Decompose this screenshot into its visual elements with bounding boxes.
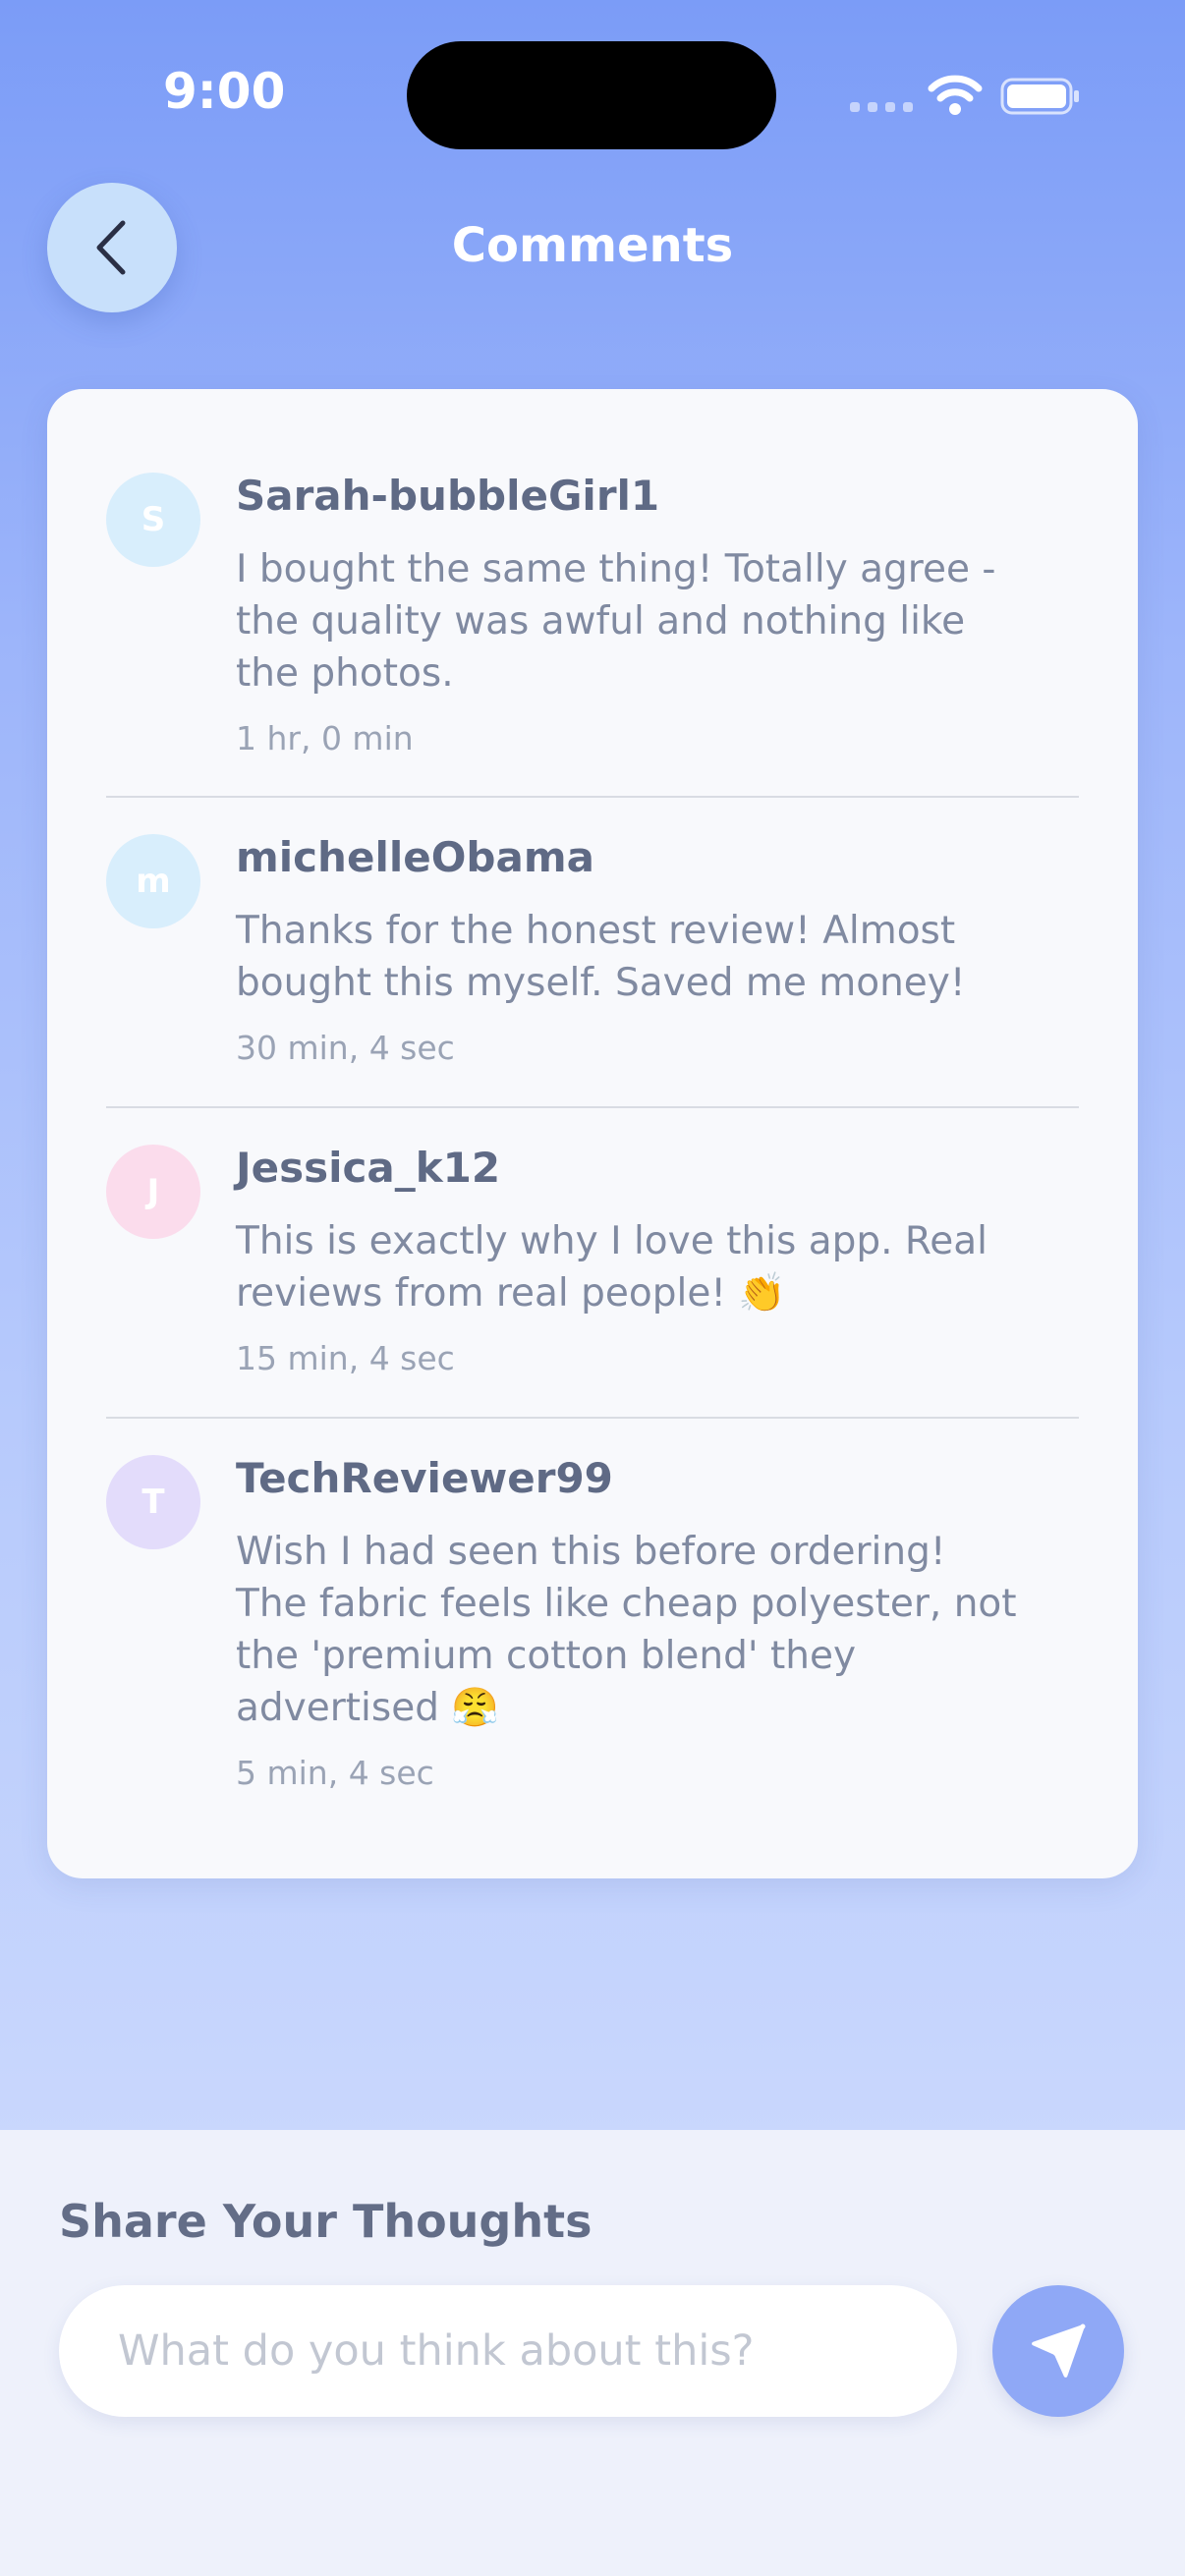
dynamic-island — [407, 41, 776, 149]
battery-icon — [1000, 78, 1079, 115]
comment-username[interactable]: TechReviewer99 — [236, 1454, 613, 1502]
comment-composer: Share Your Thoughts — [0, 2130, 1185, 2576]
comment-timestamp: 15 min, 4 sec — [236, 1339, 455, 1377]
comment-timestamp: 1 hr, 0 min — [236, 719, 414, 757]
send-button[interactable] — [992, 2285, 1124, 2417]
divider — [106, 1106, 1079, 1108]
divider — [106, 796, 1079, 798]
page-title: Comments — [451, 218, 734, 273]
paper-plane-icon — [1032, 2324, 1086, 2378]
comment-username[interactable]: Jessica_k12 — [236, 1144, 500, 1192]
comment-text: Wish I had seen this before ordering! Th… — [236, 1530, 1017, 1730]
composer-title: Share Your Thoughts — [59, 2195, 592, 2248]
comment-timestamp: 5 min, 4 sec — [236, 1754, 434, 1792]
comment-timestamp: 30 min, 4 sec — [236, 1029, 455, 1067]
comment-text: This is exactly why I love this app. Rea… — [236, 1219, 988, 1316]
comment-username[interactable]: michelleObama — [236, 833, 594, 881]
status-time: 9:00 — [163, 63, 286, 120]
comment-input[interactable] — [59, 2285, 957, 2417]
divider — [106, 1417, 1079, 1419]
avatar[interactable]: m — [106, 834, 200, 928]
comment-text: Thanks for the honest review! Almost bou… — [236, 909, 966, 1005]
comment-username[interactable]: Sarah-bubbleGirl1 — [236, 472, 659, 520]
avatar[interactable]: J — [106, 1145, 200, 1239]
comments-card: S Sarah-bubbleGirl1 I bought the same th… — [47, 389, 1138, 1878]
avatar[interactable]: S — [106, 473, 200, 567]
avatar[interactable]: T — [106, 1455, 200, 1549]
comment-text: I bought the same thing! Totally agree -… — [236, 547, 996, 696]
wifi-icon — [928, 75, 983, 115]
cellular-signal-icon — [850, 102, 913, 112]
